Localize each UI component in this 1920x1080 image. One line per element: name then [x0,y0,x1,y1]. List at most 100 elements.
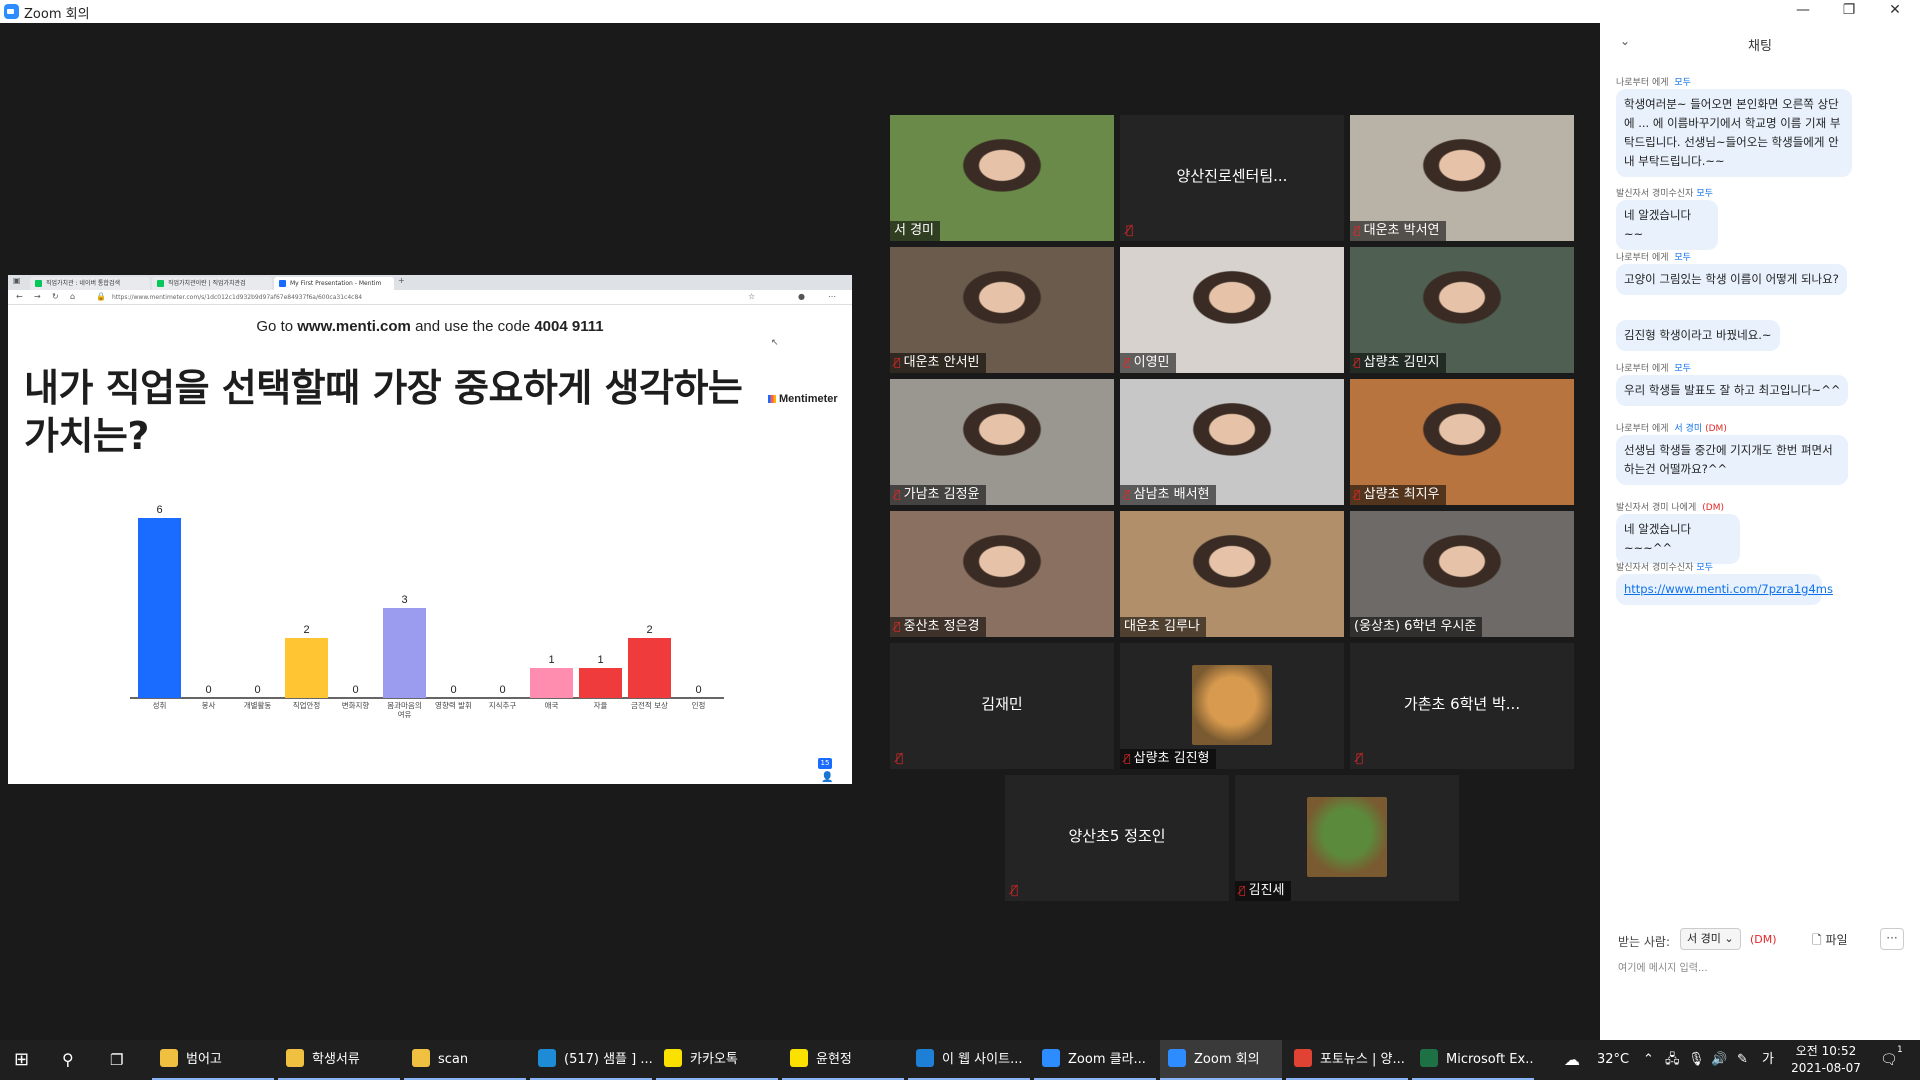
taskbar-app-label: 윤현정 [816,1052,852,1067]
taskbar-app-button[interactable]: 카카오톡 [656,1040,778,1080]
taskbar-app-button[interactable]: 이 웹 사이트... [908,1040,1030,1080]
mic-muted-icon: 🎙̸ [1124,488,1131,501]
message-meta-part: 모두 [1696,189,1713,199]
chart-category-label: 인정 [692,700,706,710]
message-meta-part: (DM) [1702,503,1724,513]
task-view-icon[interactable]: ❐ [110,1040,123,1080]
message-meta-part: 나로부터 에게 [1616,424,1672,434]
message-meta-part: 서 경미 [1674,424,1703,434]
message-meta-part: 모두 [1674,364,1691,374]
participant-tile[interactable]: 🎙̸ 가남초 김정윤 [890,379,1114,505]
participant-tile[interactable]: 🎙̸ 대운초 안서빈 [890,247,1114,373]
chart-value-label: 2 [646,624,652,636]
dm-tag: (DM) [1750,933,1777,946]
participant-tile[interactable]: (웅상초) 6학년 우시준 [1350,511,1574,637]
message-link[interactable]: https://www.menti.com/7pzra1g4ms [1616,574,1833,605]
message-meta-part: 모두 [1674,78,1691,88]
participant-name-label: 삼남초 배서현 [1133,487,1210,502]
participant-tile[interactable]: 🎙̸ 대운초 박서연 [1350,115,1574,241]
chart-value-label: 0 [695,684,701,696]
notification-icon[interactable]: 🗨 [1880,1040,1898,1080]
message-meta-part: 나로부터 에게 [1616,78,1672,88]
clock-time: 오전 10:52 [1795,1044,1857,1058]
message-meta: 나로부터 에게 서 경미 (DM) [1616,421,1730,434]
search-icon[interactable]: ⚲ [62,1040,74,1080]
participant-name: 🎙̸ 가남초 김정윤 [890,485,986,505]
message-bubble: 학생여러분~ 들어오면 본인화면 오른쪽 상단에 ... 에 이름바꾸기에서 학… [1616,89,1852,177]
taskbar-app-button[interactable]: Zoom 클라... [1034,1040,1156,1080]
taskbar-app-label: Zoom 회의 [1194,1052,1260,1067]
chart-value-label: 3 [401,594,407,606]
chart-category-label: 직업안정 [293,700,321,710]
chart-category-label: 봉사 [202,701,216,710]
clock[interactable]: 오전 10:52 2021-08-07 [1786,1043,1866,1077]
participant-tile[interactable]: 🎙̸ 중산초 정은경 [890,511,1114,637]
participant-tile[interactable]: 🎙̸ 삽량초 김진형 [1120,643,1344,769]
participant-name: 🎙̸ 삼남초 배서현 [1120,485,1216,505]
maximize-button[interactable]: ❐ [1826,0,1872,23]
recipient-dropdown[interactable]: 서 경미 ⌄ [1680,928,1741,950]
participant-name: 🎙̸ 삽량초 김진형 [1120,749,1216,769]
message-meta: 나로부터 에게 모두 [1616,250,1697,263]
network-icon[interactable]: 🖧 [1665,1040,1680,1080]
participant-name-label: 삽량초 최지우 [1363,487,1440,502]
chevron-up-icon[interactable]: ⌃ [1643,1040,1654,1080]
chart-category-label: 몸과마음의 [387,700,422,710]
participant-tile[interactable]: 대운초 김루나 [1120,511,1344,637]
message-bubble: 우리 학생들 발표도 잘 하고 최고입니다~^^ [1616,375,1849,406]
weather-temp[interactable]: 32°C [1597,1040,1629,1080]
taskbar-app-label: 포토뉴스 | 양... [1320,1052,1405,1067]
message-meta-part: 모두 [1674,253,1691,263]
participant-tile[interactable]: 양산초5 정조인 🎙̸ [1005,775,1229,901]
message-meta: 발신자서 경미 나에게 (DM) [1616,500,1727,513]
participant-tile[interactable]: 🎙̸ 김진세 [1235,775,1459,901]
participant-name: (웅상초) 6학년 우시준 [1350,617,1483,637]
chart-category-label: 개별활동 [244,700,272,710]
chart-bar [285,638,328,698]
app-icon [1420,1049,1438,1067]
participant-tile[interactable]: 🎙̸ 삼남초 배서현 [1120,379,1344,505]
participant-tile[interactable]: 🎙̸ 삽량초 최지우 [1350,379,1574,505]
message-meta: 나로부터 에게 모두 [1616,75,1697,88]
volume-icon[interactable]: 🔊 [1711,1040,1727,1080]
taskbar-app-button[interactable]: Zoom 회의 [1160,1040,1282,1080]
ime-language[interactable]: 가 [1762,1040,1774,1080]
chat-panel: ⌄ 채팅 나로부터 에게 모두 학생여러분~ 들어오면 본인화면 오른쪽 상단에 … [1600,23,1920,1040]
participant-name-label: 가남초 김정윤 [903,487,980,502]
vote-bar-chart: 6 성취 0 봉사 0 개별활동 2 직업안정 0 변화지향 3 몸과마음의여유 0 영향력 발휘 0 지식추… [130,504,724,719]
taskbar-app-label: scan [438,1052,469,1067]
message-meta-part: 모두 [1696,563,1713,573]
taskbar-app-button[interactable]: Microsoft Ex... [1412,1040,1534,1080]
taskbar-app-label: 학생서류 [312,1052,360,1067]
taskbar-app-button[interactable]: 범어고 [152,1040,274,1080]
participant-tile[interactable]: 🎙̸ 삽량초 김민지 [1350,247,1574,373]
participant-tile[interactable]: 양산진로센터팀... 🎙̸ [1120,115,1344,241]
chart-value-label: 0 [450,684,456,696]
mic-icon[interactable]: 🎙 [1688,1040,1705,1080]
app-icon [1294,1049,1312,1067]
participant-tile[interactable]: 서 경미 [890,115,1114,241]
message-bubble: 김진형 학생이라고 바꿨네요.~ [1616,320,1780,351]
file-button[interactable]: 🗋 파일 [1812,931,1848,952]
participant-tile[interactable]: 김재민 🎙̸ [890,643,1114,769]
close-button[interactable]: ✕ [1872,0,1918,23]
participant-tile[interactable]: 🎙̸ 이영민 [1120,247,1344,373]
more-button[interactable]: ··· [1880,928,1904,950]
taskbar-app-button[interactable]: 학생서류 [278,1040,400,1080]
participant-name-label: 김진세 [1248,883,1285,898]
chart-bar [530,668,573,698]
pen-icon[interactable]: ✎ [1737,1040,1748,1080]
minimize-button[interactable]: — [1780,0,1826,23]
participant-tile[interactable]: 가촌초 6학년 박... 🎙̸ [1350,643,1574,769]
participant-count-badge: 15 [818,758,832,769]
chat-header: ⌄ 채팅 [1600,23,1920,63]
taskbar-app-button[interactable]: (517) 샘플 ] ... [530,1040,652,1080]
taskbar-app-button[interactable]: scan [404,1040,526,1080]
chart-category-label: 금전적 보상 [631,700,668,710]
message-meta-part: 발신자서 경미수신자 [1616,563,1694,573]
windows-start-icon[interactable]: ⊞ [14,1040,29,1080]
participant-name-label: 중산초 정은경 [903,619,980,634]
chat-input[interactable]: 여기에 메시지 입력... [1618,959,1908,1029]
taskbar-app-button[interactable]: 윤현정 [782,1040,904,1080]
taskbar-app-button[interactable]: 포토뉴스 | 양... [1286,1040,1408,1080]
